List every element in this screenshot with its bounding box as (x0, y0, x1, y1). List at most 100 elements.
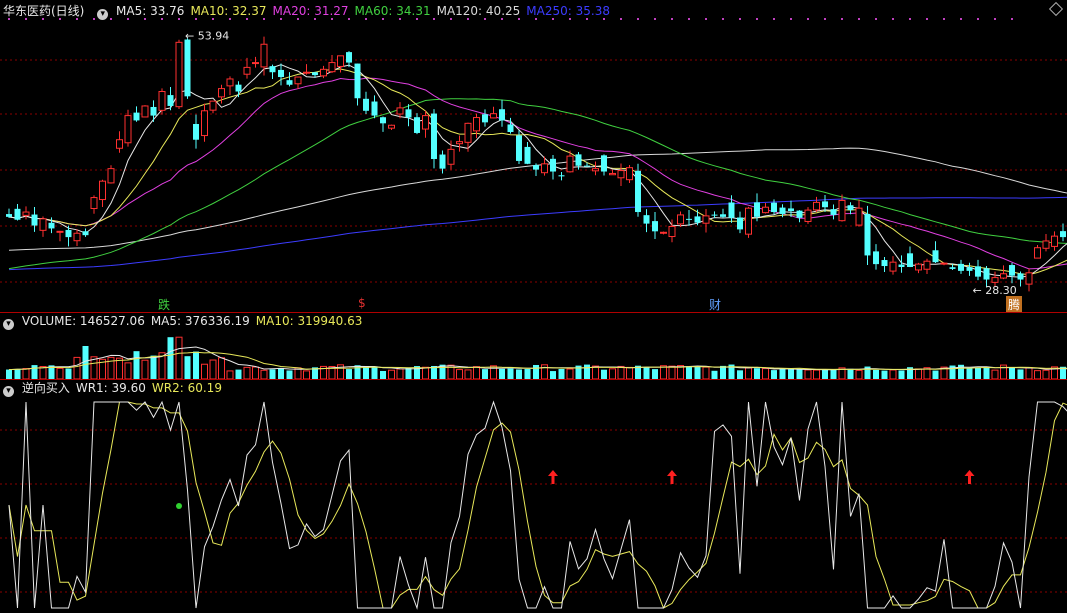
volume-bar (201, 363, 208, 379)
top-dot (76, 18, 78, 20)
candle-body (592, 168, 599, 172)
top-dot (552, 18, 554, 20)
top-dot (314, 18, 316, 20)
candle-body (447, 148, 455, 165)
candle-body (617, 170, 625, 179)
candle-body (711, 214, 718, 216)
legend-label: 逆向买入 (21, 381, 70, 395)
volume-bar (6, 369, 12, 379)
volume-bar (22, 368, 30, 379)
volume-bar (516, 369, 522, 379)
buy-arrow-icon (964, 470, 975, 484)
volume-bar (405, 367, 412, 379)
volume-bar (116, 357, 123, 379)
price-legend: 华东医药(日线) ▾ MA5: 33.76 MA10: 32.37 MA20: 31… (0, 3, 622, 20)
candle-body (363, 98, 369, 111)
candle-body (312, 72, 318, 76)
event-marker[interactable]: 腾 (1006, 296, 1023, 313)
volume-bar (464, 369, 472, 379)
volume-bar (617, 365, 625, 379)
candle-body (6, 214, 12, 217)
wr1-line (8, 400, 1067, 610)
candle-body (771, 202, 777, 213)
candle-body (490, 113, 497, 119)
top-dot (773, 18, 775, 20)
candle-body (294, 76, 302, 85)
event-marker[interactable]: $ (358, 296, 366, 310)
volume-bar (278, 367, 284, 379)
top-dot (705, 18, 707, 20)
price-chart[interactable]: ← 53.94← 28.30 (0, 18, 1067, 312)
volume-bar (796, 369, 803, 379)
candle-body (881, 260, 888, 267)
candle-body (907, 253, 913, 267)
volume-chart[interactable] (0, 329, 1067, 379)
candle-body (65, 229, 72, 238)
volume-bar (371, 366, 378, 379)
candle-body (923, 260, 931, 270)
legend-label: MA10: 32.37 (190, 4, 267, 18)
volume-bar (966, 368, 973, 379)
indicator-chart[interactable] (0, 396, 1067, 613)
stock-title[interactable]: 华东医药(日线) (3, 4, 84, 18)
candle-body (175, 41, 183, 108)
top-dot (637, 18, 639, 20)
candle-body (813, 201, 820, 211)
volume-bar (694, 366, 701, 379)
candle-body (686, 218, 692, 220)
top-dot (603, 18, 605, 20)
candle-body (346, 52, 352, 63)
candle-body (396, 107, 404, 115)
top-dot (688, 18, 690, 20)
candle-body (558, 175, 565, 177)
top-dot (518, 18, 520, 20)
candle-body (830, 209, 837, 215)
event-marker[interactable]: 跌 (158, 296, 170, 313)
volume-bar (31, 365, 38, 379)
candle-body (720, 214, 726, 217)
candle-body (243, 66, 251, 75)
candle-body (354, 63, 361, 99)
candle-body (975, 266, 981, 277)
candle-body (431, 113, 437, 159)
indicator-legend: ▾ 逆向买入 WR1: 39.60 WR2: 60.19 (0, 380, 234, 397)
volume-bar (499, 368, 505, 379)
top-dot (756, 18, 758, 20)
volume-bar (473, 366, 480, 379)
volume-bar (175, 336, 183, 379)
candle-body (668, 226, 676, 238)
candle-body (405, 109, 412, 118)
candle-body (39, 218, 47, 231)
legend-label: MA5: 376336.19 (150, 314, 250, 328)
volume-bar (779, 368, 786, 379)
volume-bar (915, 368, 922, 379)
ma60-line (8, 98, 1067, 270)
volume-bar (881, 370, 888, 379)
candle-body (796, 210, 803, 218)
legend-label: MA10: 319940.63 (255, 314, 363, 328)
top-dot (943, 18, 945, 20)
candle-body (864, 213, 871, 256)
candle-body (779, 207, 786, 214)
candle-body (328, 62, 336, 73)
candle-body (550, 158, 556, 172)
signal-dot-icon (176, 503, 182, 509)
volume-bar (889, 369, 897, 379)
diamond-icon[interactable] (1048, 1, 1064, 17)
event-marker[interactable]: 财 (709, 296, 721, 313)
top-dot (569, 18, 571, 20)
top-dot (229, 18, 231, 20)
candle-body (371, 101, 378, 116)
top-dot (25, 18, 27, 20)
candle-body (788, 208, 794, 212)
top-dot (841, 18, 843, 20)
candle-body (141, 105, 149, 118)
candle-body (252, 62, 259, 65)
volume-bar (754, 368, 760, 379)
top-dot (127, 18, 129, 20)
volume-bar (14, 369, 21, 379)
top-dot (535, 18, 537, 20)
volume-bar (737, 370, 743, 379)
candle-body (422, 115, 429, 130)
buy-arrow-icon (667, 470, 677, 484)
